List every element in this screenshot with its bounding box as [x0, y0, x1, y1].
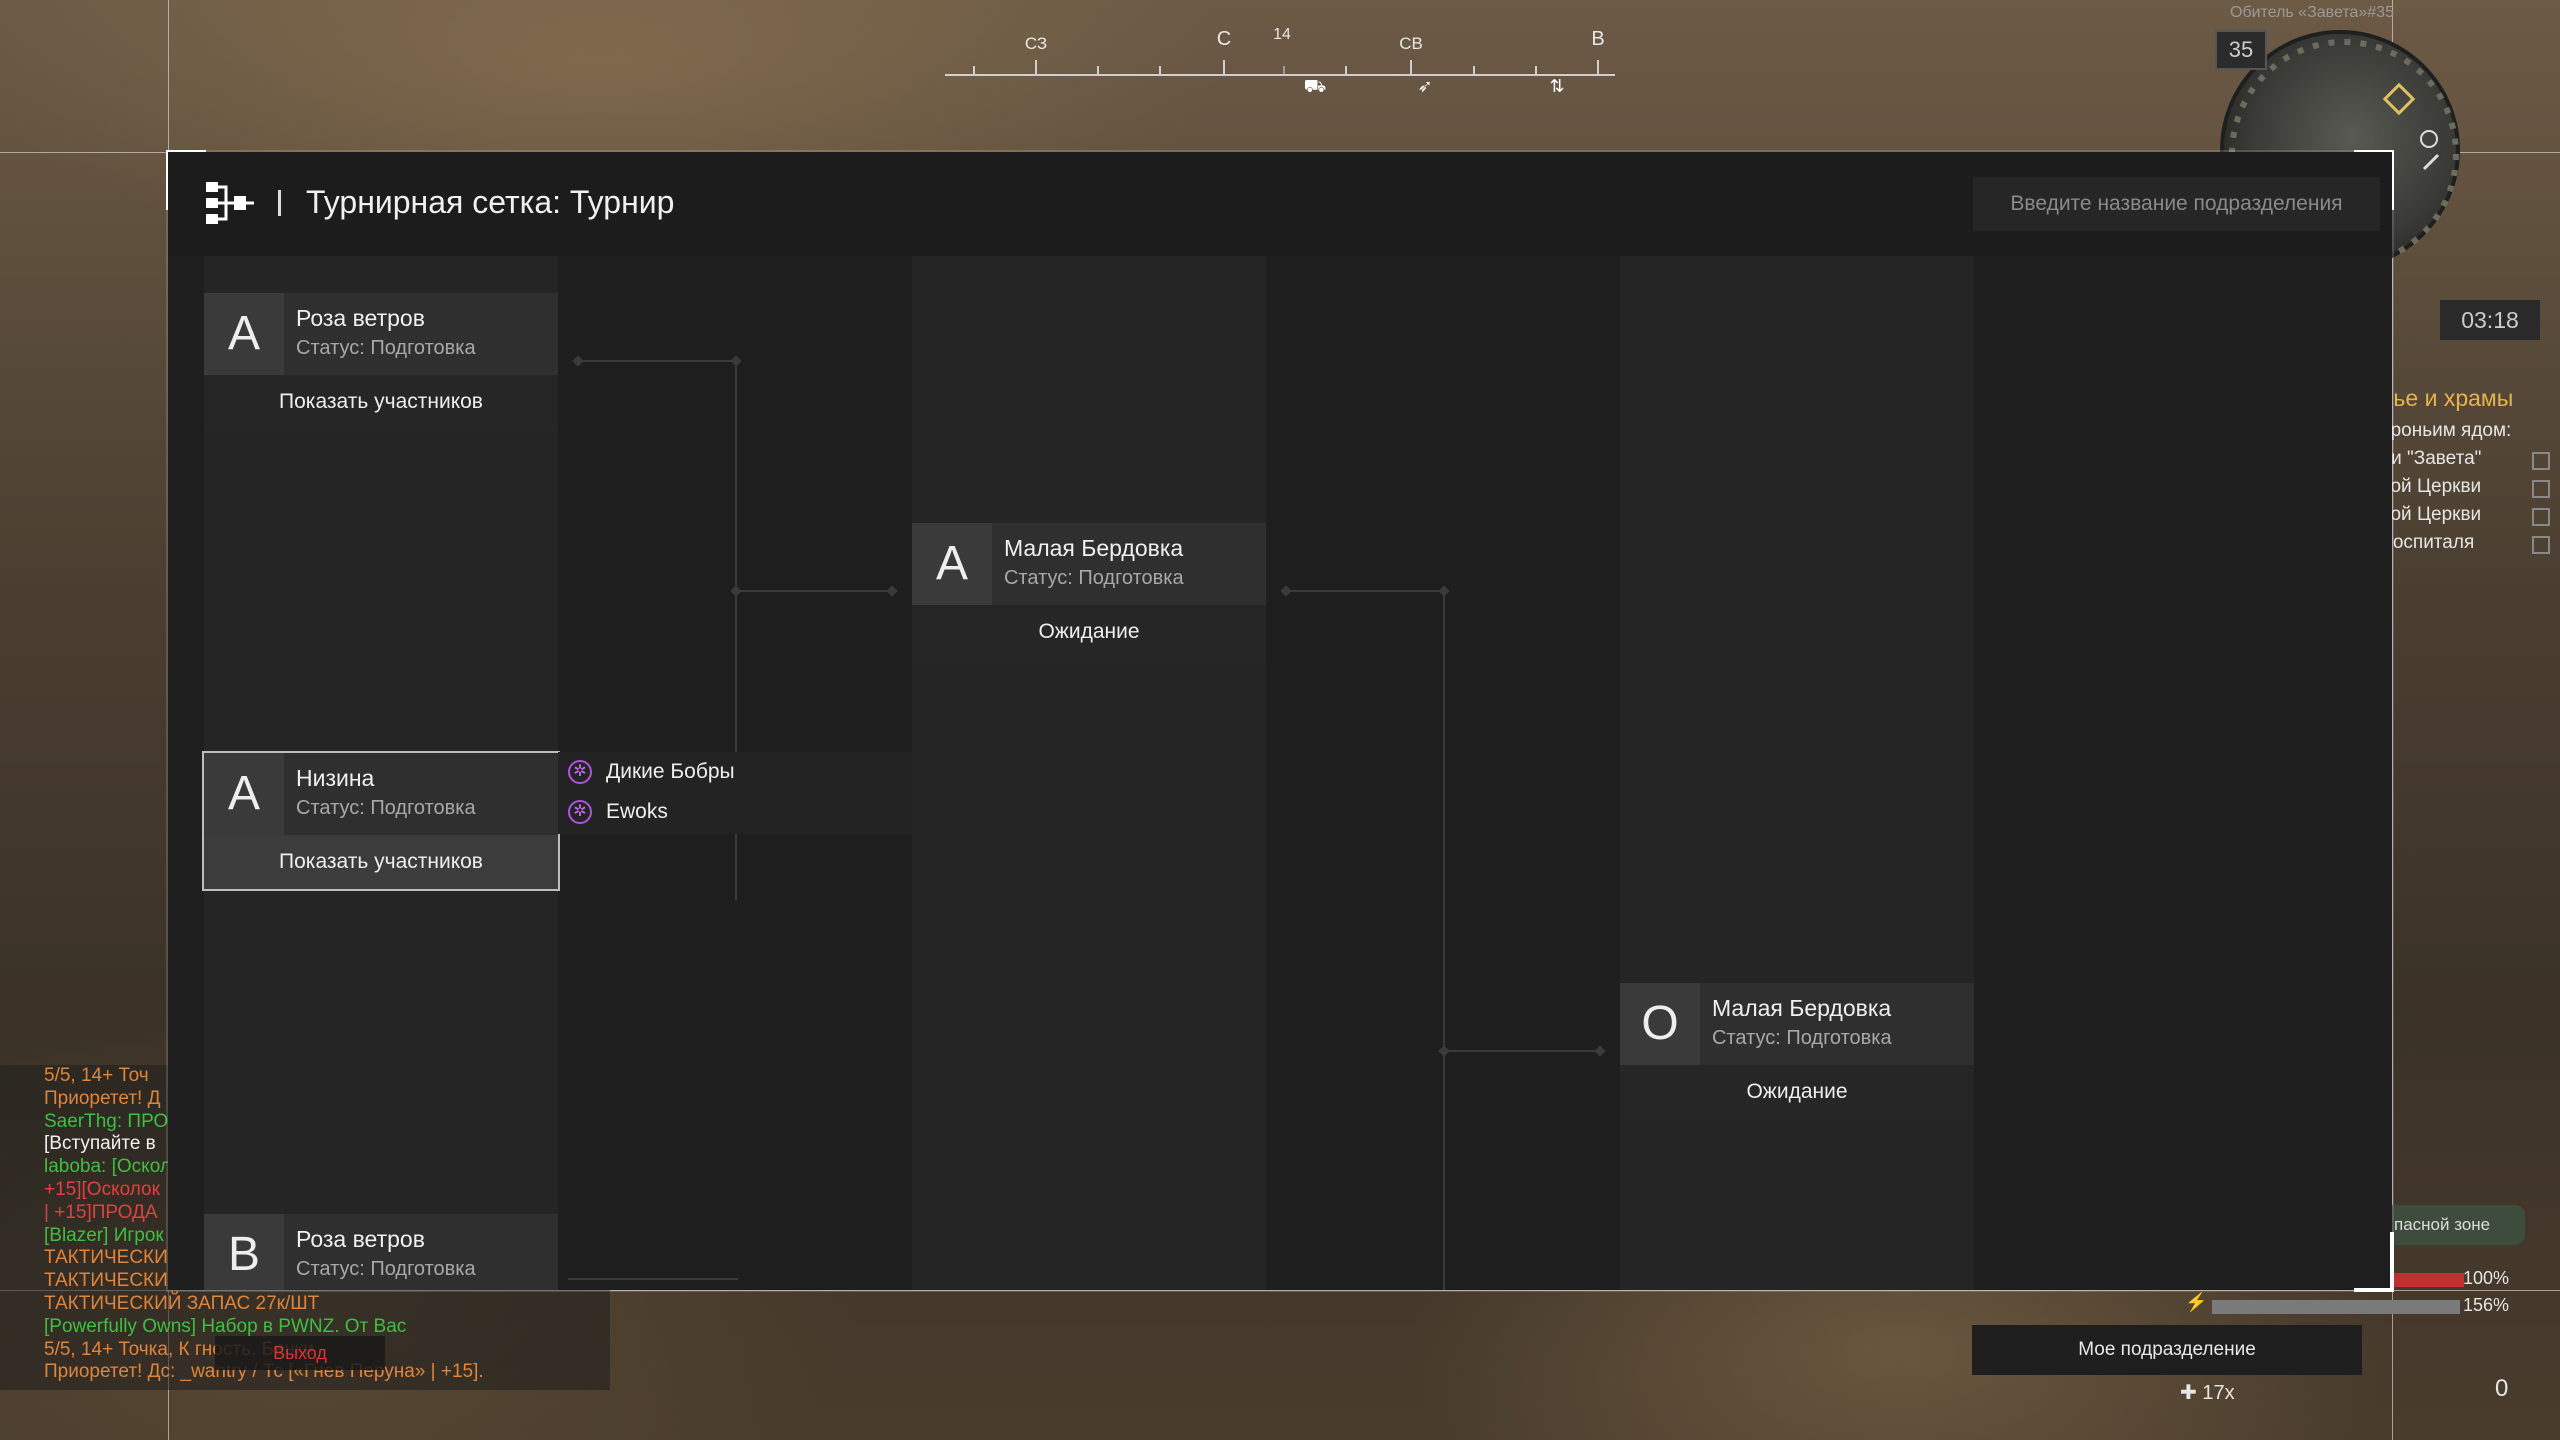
unit-name: Малая Бердовка [1004, 535, 1184, 561]
quest-marker-icon: ➶ [1417, 76, 1433, 96]
stamina-bar [2212, 1300, 2460, 1314]
compass-label: В [1591, 28, 1605, 50]
compass: 14 СЗ С СВ В ⛟ ➶ ⇅ [945, 20, 1615, 110]
quest-title: лье и храмы [2380, 385, 2514, 411]
group-letter: А [204, 293, 284, 375]
bracket-column [1620, 256, 1974, 1290]
unit-name: Низина [296, 765, 375, 791]
stamina-value: 156% [2463, 1295, 2510, 1315]
clan-emblem-icon: ✲ [568, 800, 592, 824]
unit-name: Роза ветров [296, 305, 425, 331]
bracket-icon [206, 182, 254, 224]
health-value: 100% [2463, 1268, 2510, 1288]
bracket-connector [568, 1278, 738, 1280]
checkbox-icon [2532, 536, 2550, 554]
group-letter: А [912, 523, 992, 605]
vehicle-marker-icon: ⛟ [1303, 76, 1327, 96]
show-members-button[interactable]: Показать участников [204, 835, 558, 889]
tournament-panel: Турнирная сетка: Турнир А Роза ветров Ст… [166, 150, 2394, 1292]
unit-name: Малая Бердовка [1712, 995, 1892, 1021]
quest-tracker: лье и храмы ороньим ядом: ли "Завета" но… [2380, 385, 2560, 560]
bracket-connector [578, 360, 738, 362]
checkbox-icon [2532, 508, 2550, 526]
compass-heading: 14 [1273, 26, 1291, 43]
bracket-connector [1443, 590, 1445, 1290]
waiting-label: Ожидание [912, 605, 1266, 659]
group-letter: В [204, 1214, 284, 1290]
member-item: ✲ Дикие Бобры [558, 752, 912, 792]
exit-button[interactable]: Выход [215, 1336, 385, 1370]
panel-header: Турнирная сетка: Турнир [168, 152, 2392, 256]
transfer-marker-icon: ⇅ [1549, 76, 1565, 96]
title-separator [278, 190, 281, 216]
compass-label: СЗ [1024, 34, 1048, 53]
checkbox-icon [2532, 480, 2550, 498]
my-unit-button[interactable]: Мое подразделение [1972, 1325, 2362, 1375]
grenade-counter: 0 [2495, 1375, 2509, 1402]
quest-objective: -госпиталя [2380, 532, 2560, 560]
minimap-title: Обитель «Завета»#35 [2230, 4, 2394, 21]
bracket-card: В Роза ветров Статус: Подготовка [204, 1214, 558, 1290]
checkbox-icon [2532, 452, 2550, 470]
waiting-label: Ожидание [1620, 1065, 1974, 1119]
group-letter: А [204, 753, 284, 835]
members-list: ✲ Дикие Бобры ✲ Ewoks [558, 752, 912, 834]
bracket-card: О Малая Бердовка Статус: Подготовка Ожид… [1620, 983, 1974, 1119]
bracket-connector [1286, 590, 1446, 592]
bracket-card: А Малая Бердовка Статус: Подготовка Ожид… [912, 523, 1266, 659]
quest-objective: ной Церкви [2380, 476, 2560, 504]
frame-corner [2354, 1232, 2394, 1292]
compass-label: С [1216, 28, 1232, 50]
bracket-connector [735, 590, 897, 592]
player-level: 35 [2215, 30, 2267, 70]
quest-objective: ороньим ядом: [2380, 420, 2512, 441]
show-members-button[interactable]: Показать участников [204, 375, 558, 429]
bracket-card: А Роза ветров Статус: Подготовка Показат… [204, 293, 558, 429]
quest-objective: ной Церкви [2380, 504, 2560, 532]
unit-status: Статус: Подготовка [1004, 567, 1184, 589]
unit-status: Статус: Подготовка [296, 337, 476, 359]
unit-status: Статус: Подготовка [296, 1258, 476, 1280]
bracket-connector [1443, 1050, 1605, 1052]
ammo-counter: ✚ 17x [2180, 1382, 2235, 1404]
unit-status: Статус: Подготовка [296, 797, 476, 819]
danger-zone-indicator: пасной зоне [2390, 1205, 2525, 1245]
quest-objective: ли "Завета" [2380, 448, 2560, 476]
group-letter: О [1620, 983, 1700, 1065]
unit-name: Роза ветров [296, 1226, 425, 1252]
member-item: ✲ Ewoks [558, 792, 912, 832]
game-time: 03:18 [2440, 300, 2540, 340]
unit-status: Статус: Подготовка [1712, 1027, 1892, 1049]
clan-emblem-icon: ✲ [568, 760, 592, 784]
stamina-icon: ⚡ [2185, 1292, 2208, 1312]
bracket-card: А Низина Статус: Подготовка Показать уча… [202, 751, 560, 891]
compass-label: СВ [1399, 34, 1423, 53]
health-bar [2392, 1273, 2464, 1287]
chat-line: ТАКТИЧЕСКИЙ ЗАПАС 27к/ШТ [44, 1292, 320, 1314]
bracket-column [912, 256, 1266, 1290]
unit-search-input[interactable] [1973, 177, 2380, 231]
panel-title: Турнирная сетка: Турнир [306, 184, 675, 220]
